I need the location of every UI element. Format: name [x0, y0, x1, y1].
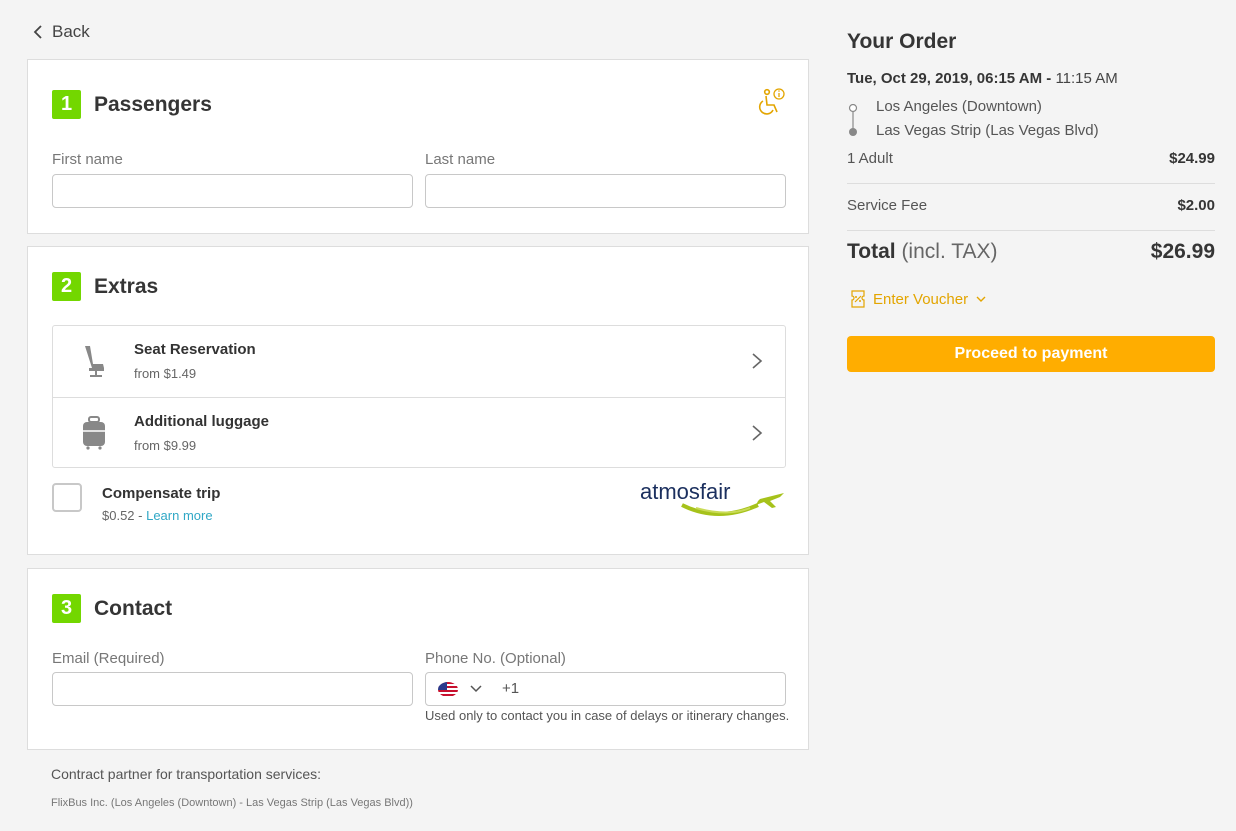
us-flag-icon[interactable]: [438, 682, 458, 697]
price-line-adult: 1 Adult $24.99: [847, 150, 1215, 167]
chevron-right-icon: [752, 425, 763, 441]
total-amount: $26.99: [1150, 240, 1215, 263]
departure-time: Tue, Oct 29, 2019, 06:15 AM: [847, 70, 1043, 87]
last-name-label: Last name: [425, 151, 496, 168]
back-label: Back: [52, 22, 90, 41]
total-row: Total (incl. TAX) $26.99: [847, 240, 1215, 264]
atmosfair-logo: atmosfair: [640, 479, 784, 516]
route-line-icon: [848, 104, 858, 136]
departure-stop: Los Angeles (Downtown): [876, 98, 1042, 115]
back-link[interactable]: Back: [32, 22, 90, 42]
extras-header: 2 Extras: [52, 272, 158, 301]
extra-price: from $9.99: [134, 438, 197, 453]
compensate-trip-checkbox[interactable]: [52, 483, 82, 512]
section-title: Contact: [94, 596, 173, 620]
phone-label: Phone No. (Optional): [425, 650, 566, 667]
compensate-price: $0.52 -: [102, 508, 147, 523]
total-text: Total: [847, 240, 896, 263]
order-title: Your Order: [847, 30, 957, 53]
section-title: Extras: [94, 274, 159, 298]
compensate-trip-title: Compensate trip: [102, 485, 221, 502]
step-number: 1: [52, 90, 81, 119]
contact-section: 3 Contact Email (Required) Phone No. (Op…: [27, 568, 809, 750]
chevron-left-icon: [33, 25, 42, 39]
phone-country-code: +1: [502, 680, 520, 697]
proceed-to-payment-button[interactable]: Proceed to payment: [847, 336, 1215, 372]
luggage-icon: [83, 416, 105, 450]
contact-header: 3 Contact: [52, 594, 172, 623]
price-line-service-fee: Service Fee $2.00: [847, 197, 1215, 214]
trip-time: Tue, Oct 29, 2019, 06:15 AM - 11:15 AM: [847, 70, 1118, 87]
email-input[interactable]: [52, 672, 413, 706]
extra-title: Seat Reservation: [134, 341, 256, 358]
section-title: Passengers: [94, 92, 212, 116]
learn-more-link[interactable]: Learn more: [146, 508, 212, 523]
seat-icon: [85, 346, 104, 377]
arrival-time: 11:15 AM: [1055, 70, 1118, 87]
divider: [847, 183, 1215, 184]
price-amount: $24.99: [1169, 150, 1215, 167]
last-name-input[interactable]: [425, 174, 786, 208]
extra-title: Additional luggage: [134, 413, 269, 430]
seat-reservation-item[interactable]: Seat Reservation from $1.49: [53, 326, 785, 397]
passengers-header: 1 Passengers: [52, 90, 212, 119]
step-number: 2: [52, 272, 81, 301]
chevron-down-icon[interactable]: [470, 685, 482, 693]
phone-hint: Used only to contact you in case of dela…: [425, 708, 790, 723]
total-suffix: (incl. TAX): [895, 240, 998, 263]
step-number: 3: [52, 594, 81, 623]
price-label: Service Fee: [847, 197, 928, 214]
voucher-label: Enter Voucher: [873, 290, 969, 308]
total-label: Total (incl. TAX): [847, 240, 998, 264]
price-label: 1 Adult: [847, 150, 893, 167]
compensate-trip-price: $0.52 - Learn more: [102, 508, 213, 523]
phone-input[interactable]: +1: [425, 672, 786, 706]
extras-list: Seat Reservation from $1.49 Additional l…: [52, 325, 786, 468]
extras-section: 2 Extras Seat Reservation from $1.49 Add…: [27, 246, 809, 555]
voucher-icon: [851, 290, 865, 308]
contract-partner-value: FlixBus Inc. (Los Angeles (Downtown) - L…: [51, 797, 413, 809]
svg-text:atmosfair: atmosfair: [640, 479, 730, 504]
passengers-section: 1 Passengers First name Last name: [27, 59, 809, 234]
contract-partner-label: Contract partner for transportation serv…: [51, 766, 322, 782]
additional-luggage-item[interactable]: Additional luggage from $9.99: [53, 397, 785, 469]
first-name-label: First name: [52, 151, 123, 168]
divider: [847, 230, 1215, 231]
time-separator: -: [1042, 70, 1056, 87]
first-name-input[interactable]: [52, 174, 413, 208]
price-amount: $2.00: [1177, 197, 1215, 214]
chevron-right-icon: [752, 353, 763, 369]
extra-price: from $1.49: [134, 366, 197, 381]
enter-voucher-toggle[interactable]: Enter Voucher: [851, 290, 986, 308]
accessibility-info-icon[interactable]: [752, 86, 786, 120]
arrival-stop: Las Vegas Strip (Las Vegas Blvd): [876, 122, 1099, 139]
chevron-down-icon: [976, 296, 986, 302]
email-label: Email (Required): [52, 650, 165, 667]
